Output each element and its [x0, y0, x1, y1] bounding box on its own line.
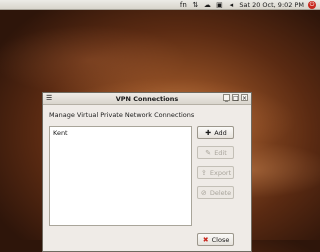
power-icon[interactable]: ⏻ — [308, 0, 316, 9]
volume-icon[interactable]: ◂ — [227, 1, 235, 9]
window-title: VPN Connections — [115, 94, 179, 103]
delete-label: Delete — [209, 188, 232, 197]
edit-icon: ✎ — [205, 148, 212, 157]
window-controls: _ □ × — [221, 94, 248, 102]
export-label: Export — [209, 168, 232, 177]
maximize-icon[interactable]: □ — [232, 94, 239, 102]
delete-icon: ⊘ — [200, 188, 207, 197]
top-panel: fn ⇅ ☁ ▣ ◂ Sat 20 Oct, 9:02 PM ⏻ — [0, 0, 320, 10]
panel-clock[interactable]: Sat 20 Oct, 9:02 PM — [239, 1, 304, 9]
window-heading: Manage Virtual Private Network Connectio… — [49, 111, 195, 119]
list-item[interactable]: Kent — [50, 127, 191, 139]
edit-button[interactable]: ✎ Edit — [197, 146, 234, 159]
connections-list[interactable]: Kent — [49, 126, 192, 226]
vpn-connections-window: ☰ VPN Connections _ □ × Manage Virtual P… — [42, 92, 252, 252]
add-icon: ✚ — [205, 128, 212, 137]
edit-label: Edit — [214, 148, 227, 157]
fn-icon[interactable]: fn — [179, 1, 187, 9]
printer-icon[interactable]: ▣ — [215, 1, 223, 9]
export-icon: ⇪ — [200, 168, 207, 177]
weather-icon[interactable]: ☁ — [203, 1, 211, 9]
export-button[interactable]: ⇪ Export — [197, 166, 234, 179]
minimize-icon[interactable]: _ — [223, 94, 230, 102]
add-label: Add — [214, 128, 227, 137]
delete-button[interactable]: ⊘ Delete — [197, 186, 234, 199]
add-button[interactable]: ✚ Add — [197, 126, 234, 139]
window-titlebar[interactable]: ☰ VPN Connections _ □ × — [43, 93, 251, 105]
close-icon[interactable]: × — [241, 94, 248, 102]
network-icon[interactable]: ⇅ — [191, 1, 199, 9]
